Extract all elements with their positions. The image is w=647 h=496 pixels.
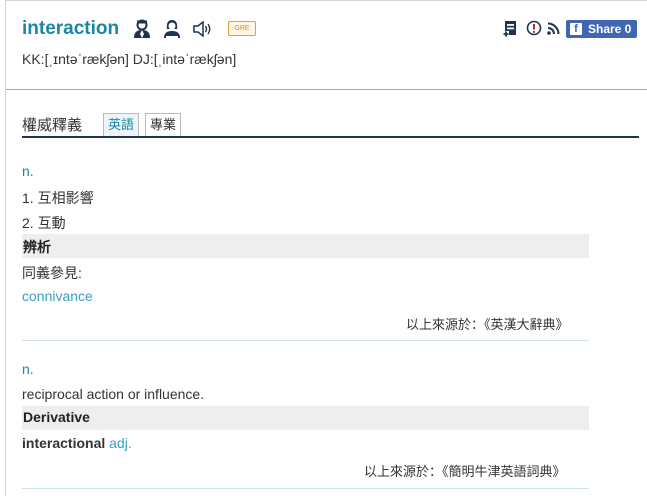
- speaker-icon[interactable]: [193, 20, 213, 42]
- note-title-band: 辨析: [22, 234, 589, 258]
- synonym-label: 同義參見:: [22, 265, 82, 281]
- share-label: Share 0: [588, 22, 632, 36]
- section-divider: [22, 340, 589, 341]
- definition-item: reciprocal action or influence.: [22, 386, 205, 402]
- derivative-word: interactional: [22, 435, 106, 451]
- female-voice-icon[interactable]: [163, 19, 181, 44]
- definition-item: 2. 互動: [22, 215, 66, 231]
- tab-english[interactable]: 英語: [103, 113, 140, 136]
- tab-professional[interactable]: 專業: [145, 113, 182, 136]
- facebook-icon: f: [570, 23, 582, 35]
- note-title: 辨析: [23, 239, 51, 255]
- report-error-icon[interactable]: [526, 20, 542, 41]
- section-divider: [22, 488, 589, 489]
- definition-item: 1. 互相影響: [22, 190, 94, 206]
- add-to-wordbook-icon[interactable]: [503, 20, 520, 42]
- tab-underline: [22, 136, 639, 138]
- definitions-heading: 權威釋義: [22, 117, 83, 134]
- derivative-pos-link[interactable]: adj.: [109, 435, 132, 451]
- synonym-link[interactable]: connivance: [22, 288, 93, 304]
- male-voice-icon[interactable]: [133, 19, 151, 44]
- note-title-band: Derivative: [22, 406, 589, 430]
- entry-word: interaction: [22, 18, 120, 39]
- part-of-speech: n.: [22, 163, 34, 179]
- rss-icon[interactable]: [547, 22, 560, 40]
- facebook-share-button[interactable]: f Share 0: [566, 20, 637, 38]
- gre-badge: GRE: [228, 21, 256, 36]
- note-title: Derivative: [23, 409, 90, 425]
- derivative-entry: interactional adj.: [22, 435, 132, 451]
- source-citation: 以上來源於：《英漢大辭典》: [406, 317, 569, 332]
- phonetic-text: KK:[ˌɪntəˈrækʃən] DJ:[ˌintəˈrækʃən]: [22, 51, 237, 67]
- source-citation: 以上來源於：《簡明牛津英語詞典》: [364, 464, 566, 479]
- header-divider: [6, 89, 647, 90]
- part-of-speech: n.: [22, 361, 34, 377]
